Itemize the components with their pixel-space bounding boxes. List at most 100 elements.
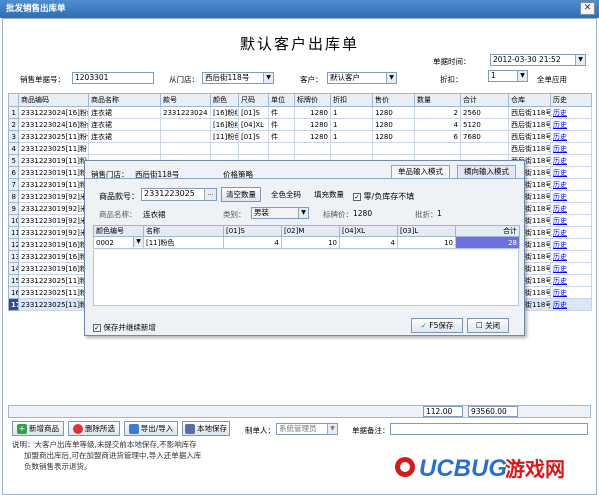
size-cell[interactable]: [01]S	[238, 106, 269, 119]
qty-cell-m[interactable]: 10	[281, 236, 340, 249]
code-cell[interactable]: 2331223019[92]米	[18, 226, 89, 239]
size-cell[interactable]: [04]XL	[238, 118, 269, 131]
save-continue-option[interactable]: ✓ 保存并继续新增	[93, 322, 156, 333]
history-link[interactable]: 历史	[550, 214, 592, 227]
color-cell[interactable]: [16]粉红	[210, 118, 239, 131]
tag-price-cell[interactable]: 1280	[294, 106, 331, 119]
row-number[interactable]: 9	[8, 202, 19, 215]
name-cell[interactable]	[88, 142, 161, 155]
warehouse-cell[interactable]: 西后街118号	[508, 142, 551, 155]
col-header[interactable]: 折扣	[330, 93, 373, 107]
qty-cell-s[interactable]: 4	[223, 236, 282, 249]
add-item-button[interactable]: + 新增商品	[12, 421, 64, 436]
table-row[interactable]: 32331223025[11]粉色连衣裙[11]粉色[01]S件12801128…	[8, 130, 592, 143]
time-field[interactable]: 2012-03-30 21:52 ▼	[490, 54, 586, 66]
col-header[interactable]: 历史	[550, 93, 592, 107]
price-cell[interactable]: 1280	[372, 130, 415, 143]
price-cell[interactable]	[372, 142, 415, 155]
row-number[interactable]: 13	[8, 250, 19, 263]
row-number[interactable]: 8	[8, 190, 19, 203]
checkbox[interactable]: ✓	[353, 192, 361, 201]
row-number[interactable]: 12	[8, 238, 19, 251]
name-cell[interactable]: 连衣裙	[88, 118, 161, 131]
color-cell[interactable]	[210, 142, 239, 155]
chevron-down-icon[interactable]: ▼	[386, 73, 396, 83]
category-select[interactable]: 男装 ▼	[251, 207, 309, 219]
col-header[interactable]: 商品名称	[88, 93, 161, 107]
history-link[interactable]: 历史	[550, 262, 592, 275]
chevron-down-icon[interactable]: ▼	[133, 237, 143, 247]
save-button[interactable]: ✓ F5保存	[411, 318, 463, 333]
chevron-down-icon[interactable]: ▼	[575, 55, 585, 65]
col-header[interactable]: 尺码	[238, 93, 269, 107]
table-row[interactable]: 4 2331223025[11]粉 西后街118号 历史	[8, 142, 592, 155]
unit-cell[interactable]	[268, 142, 295, 155]
discount-cell[interactable]: 1	[330, 130, 373, 143]
price-cell[interactable]: 1280	[372, 106, 415, 119]
qty-cell[interactable]: 6	[414, 130, 461, 143]
clear-qty-button[interactable]: 清空数量	[221, 187, 261, 202]
row-number[interactable]: 5	[8, 154, 19, 167]
table-row[interactable]: 12331223024[16]粉红连衣裙2331223024[16]粉红[01]…	[8, 106, 592, 119]
warehouse-cell[interactable]: 西后街118号	[508, 106, 551, 119]
row-number[interactable]: 2	[8, 118, 19, 131]
history-link[interactable]: 历史	[550, 274, 592, 287]
history-link[interactable]: 历史	[550, 238, 592, 251]
save-local-button[interactable]: 本地保存	[182, 421, 230, 436]
col-header[interactable]: 数量	[414, 93, 461, 107]
history-link[interactable]: 历史	[550, 142, 592, 155]
code-cell[interactable]: 2331223025[11]粉	[18, 286, 89, 299]
col-header[interactable]: 商品编码	[18, 93, 89, 107]
total-cell[interactable]: 2560	[460, 106, 509, 119]
style-cell[interactable]: 2331223024	[160, 106, 211, 119]
col-header[interactable]: 标牌价	[294, 93, 331, 107]
customer-select[interactable]: 默认客户 ▼	[327, 72, 397, 84]
history-link[interactable]: 历史	[550, 286, 592, 299]
name-cell[interactable]: 连衣裙	[88, 106, 161, 119]
apply-all-link[interactable]: 全单应用	[537, 74, 567, 85]
history-link[interactable]: 历史	[550, 226, 592, 239]
tab-single-input[interactable]: 单品输入模式	[391, 165, 450, 178]
total-cell[interactable]: 7680	[460, 130, 509, 143]
row-number[interactable]: 10	[8, 214, 19, 227]
style-cell[interactable]	[160, 130, 211, 143]
unit-cell[interactable]: 件	[268, 130, 295, 143]
code-cell[interactable]: 2331223019[16]粉	[18, 238, 89, 251]
history-link[interactable]: 历史	[550, 130, 592, 143]
color-cell[interactable]: [11]粉色	[210, 130, 239, 143]
tag-price-cell[interactable]	[294, 142, 331, 155]
all-color-size-button[interactable]: 全色全码	[267, 187, 305, 202]
discount-cell[interactable]	[330, 142, 373, 155]
code-cell[interactable]: 2331223025[11]粉色	[18, 130, 89, 143]
tag-price-cell[interactable]: 1280	[294, 130, 331, 143]
history-link[interactable]: 历史	[550, 298, 592, 311]
row-number[interactable]: 17	[8, 298, 19, 311]
qty-cell[interactable]: 2	[414, 106, 461, 119]
col-header[interactable]: 单位	[268, 93, 295, 107]
row-number[interactable]: 7	[8, 178, 19, 191]
code-cell[interactable]: 2331223019[92]米	[18, 202, 89, 215]
doc-no-field[interactable]: 1203301	[72, 72, 154, 84]
code-cell[interactable]: 2331223019[92]米	[18, 214, 89, 227]
style-cell[interactable]	[160, 142, 211, 155]
warehouse-cell[interactable]: 西后街118号	[508, 130, 551, 143]
history-link[interactable]: 历史	[550, 202, 592, 215]
code-cell[interactable]: 2331223019[11]粉	[18, 178, 89, 191]
warehouse-cell[interactable]: 西后街118号	[508, 118, 551, 131]
row-number[interactable]: 1	[8, 106, 19, 119]
chevron-down-icon[interactable]: ▼	[298, 208, 308, 218]
export-import-button[interactable]: 导出/导入	[124, 421, 178, 436]
discount-select[interactable]: 1 ▼	[488, 70, 528, 82]
color-code-cell[interactable]: 0002 ▼	[93, 236, 144, 249]
close-button[interactable]: ☐ 关闭	[467, 318, 509, 333]
size-cell[interactable]	[238, 142, 269, 155]
maker-select[interactable]: 系统管理员 ▼	[276, 423, 338, 435]
col-header[interactable]: 仓库	[508, 93, 551, 107]
history-link[interactable]: 历史	[550, 166, 592, 179]
history-link[interactable]: 历史	[550, 250, 592, 263]
row-number[interactable]: 14	[8, 262, 19, 275]
unit-cell[interactable]: 件	[268, 106, 295, 119]
qty-cell-l[interactable]: 10	[397, 236, 456, 249]
history-link[interactable]: 历史	[550, 154, 592, 167]
chevron-down-icon[interactable]: ▼	[517, 71, 527, 81]
